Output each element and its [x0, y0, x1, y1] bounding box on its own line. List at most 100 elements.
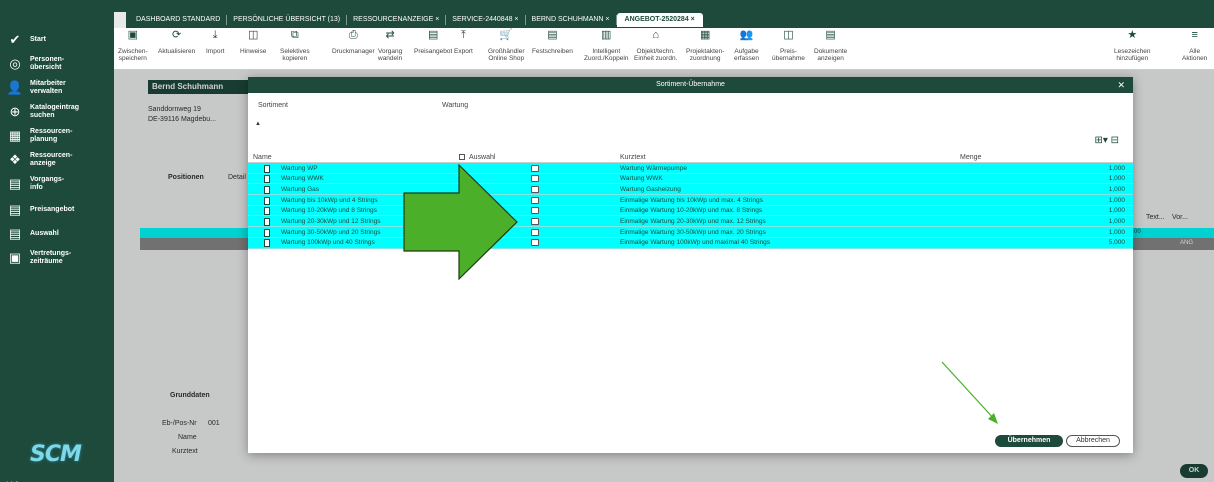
docs-icon: ▤	[825, 29, 836, 41]
toolbar-button-label: Druckmanager	[332, 48, 375, 55]
all-actions-button[interactable]: ≡ Alle Aktionen	[1182, 30, 1207, 63]
toolbar-button-6[interactable]: ⇄ Vorgang wandeln	[378, 29, 403, 63]
row-checkbox[interactable]	[531, 196, 539, 204]
toolbar-button-12[interactable]: ⌂ Objekt/techn. Einheit zuordn.	[634, 30, 678, 63]
table-row[interactable]: Wartung 100kWp und 40 Strings Einmalige W…	[248, 237, 1133, 249]
row-kurztext: Einmalige Wartung 30-50kWp und max. 20 S…	[620, 228, 766, 236]
select-all-checkbox[interactable]	[459, 154, 465, 160]
tab-5[interactable]: ANGEBOT-2520284 ×	[616, 13, 703, 27]
toolbar-button-9[interactable]: 🛒 Großhändler Online Shop	[488, 30, 525, 63]
row-checkbox[interactable]	[531, 175, 539, 183]
sidebar-item-8[interactable]: ▤ Auswahl	[6, 224, 59, 244]
row-menge: 1,000	[1108, 228, 1125, 236]
row-checkbox[interactable]	[531, 164, 539, 172]
scm-logo: SCM	[30, 442, 82, 467]
tab-1[interactable]: PERSÖNLICHE ÜBERSICHT (13)	[227, 15, 348, 25]
toolbar-button-4[interactable]: ⧉ Selektives kopieren	[280, 30, 310, 63]
table-row[interactable]: Wartung 30-50kWp und 20 Strings Einmalige…	[248, 227, 1133, 238]
toolbar-button-5[interactable]: ⎙ Druckmanager	[332, 30, 375, 56]
tab-0[interactable]: DASHBOARD STANDARD	[130, 15, 228, 25]
toolbar-button-3[interactable]: ◫ Hinweise	[240, 30, 267, 56]
sidebar-item-9[interactable]: ▣ Vertretungs- zeiträume	[6, 248, 71, 268]
dialog-title: Sortiment-Übernahme	[656, 81, 725, 88]
toolbar-button-8[interactable]: ⤒ Export	[454, 29, 473, 56]
col-kurztext[interactable]: Kurztext	[620, 154, 646, 161]
table-row[interactable]: Wartung WWK Wartung WWK 1,000	[248, 173, 1133, 185]
row-menge: 1,000	[1108, 207, 1125, 215]
toolbar-button-13[interactable]: ▦ Projektakten- zuordnung	[686, 30, 724, 63]
table-row[interactable]: Wartung Gas Wartung Gasheizung 1,000	[248, 184, 1133, 196]
sidebar-item-7[interactable]: ▤ Preisangebot	[6, 200, 75, 220]
sidebar-item-5[interactable]: ❖ Ressourcen- anzeige	[6, 150, 72, 170]
tab-4[interactable]: BERND SCHUHMANN ×	[526, 15, 617, 25]
table-row[interactable]: Wartung 10-20kWp und 8 Strings Einmalige …	[248, 205, 1133, 217]
row-name: Wartung 10-20kWp und 8 Strings	[281, 207, 377, 215]
top-bar	[0, 0, 1214, 12]
toolbar-button-10[interactable]: ▤ Festschreiben	[532, 30, 573, 56]
calendar-icon: ▣	[8, 250, 22, 265]
dialog-header: Sortiment-Übernahme ✕	[248, 77, 1133, 93]
export-icon: ⤒	[460, 29, 466, 41]
toolbar-button-15[interactable]: ◫ Preis- übernahme	[772, 29, 805, 63]
toolbar-button-14[interactable]: 👥 Aufgabe erfassen	[734, 30, 759, 63]
row-name: Wartung WWK	[281, 175, 324, 183]
user-icon: 👤	[6, 80, 24, 95]
sidebar-item-4[interactable]: ▦ Ressourcen- planung	[6, 126, 73, 146]
row-checkbox[interactable]	[531, 239, 539, 247]
price-take-icon: ◫	[783, 29, 794, 41]
toolbar-button-label: Aufgabe erfassen	[734, 48, 759, 62]
toolbar-button-1[interactable]: ⟳ Aktualisieren	[158, 29, 196, 56]
toolbar-button-label: Aktualisieren	[158, 48, 196, 55]
col-name[interactable]: Name	[253, 154, 272, 161]
convert-icon: ⇄	[385, 29, 395, 41]
row-kurztext: Wartung Wärmepumpe	[620, 164, 687, 172]
row-checkbox[interactable]	[531, 185, 539, 193]
col-auswahl[interactable]: Auswahl	[469, 154, 495, 161]
row-checkbox[interactable]	[531, 228, 539, 236]
toolbar-button-label: Vorgang wandeln	[378, 48, 403, 62]
toolbar-button-label: Hinweise	[240, 48, 267, 55]
resource-icon: ❖	[9, 152, 21, 167]
check-icon: ✔	[9, 32, 21, 47]
sidebar-item-2[interactable]: 👤 Mitarbeiter verwalten	[6, 78, 66, 98]
row-name: Wartung 30-50kWp und 20 Strings	[281, 228, 381, 236]
table-row[interactable]: Wartung 20-30kWp und 12 Strings Einmalige…	[248, 216, 1133, 228]
column-settings-icon[interactable]: ⊞▾ ⊟	[1094, 135, 1119, 146]
toolbar-button-label: Objekt/techn. Einheit zuordn.	[634, 48, 678, 62]
sidebar-item-label: Personen- übersicht	[30, 56, 65, 71]
toolbar-button-0[interactable]: ▣ Zwischen- speichern	[118, 29, 148, 63]
offer-icon: ▤	[427, 29, 439, 41]
refresh-icon: ⟳	[172, 29, 182, 41]
table-row[interactable]: Wartung WP Wartung Wärmepumpe 1,000	[248, 163, 1133, 174]
sortiment-label: Sortiment	[258, 102, 288, 109]
abbrechen-button[interactable]: Abbrechen	[1066, 435, 1120, 447]
save-icon: ▣	[127, 29, 139, 41]
tab-3[interactable]: SERVICE-2440848 ×	[446, 15, 526, 25]
sidebar-item-3[interactable]: ⊕ Katalogeintrag suchen	[6, 102, 79, 122]
sidebar-item-label: Vertretungs- zeiträume	[30, 250, 72, 265]
close-icon[interactable]: ✕	[1117, 77, 1125, 93]
row-menge: 1,000	[1108, 175, 1125, 183]
col-menge[interactable]: Menge	[960, 154, 981, 161]
toolbar-button-label: Preis- übernahme	[772, 48, 805, 62]
toolbar-button-16[interactable]: ▤ Dokumente anzeigen	[814, 29, 847, 63]
table-header: Name Auswahl Kurztext Menge	[248, 152, 1133, 163]
tab-2[interactable]: RESSOURCENANZEIGE ×	[347, 15, 447, 25]
document-icon	[264, 239, 270, 248]
document-icon	[264, 217, 270, 226]
bookmark-button[interactable]: ★ Lesezeichen hinzufügen	[1114, 30, 1151, 63]
sidebar-item-6[interactable]: ▤ Vorgangs- info	[6, 174, 64, 194]
toolbar-button-2[interactable]: ⤓ Import	[206, 30, 224, 56]
table-row[interactable]: Wartung bis 10kWp und 4 Strings Einmalige…	[248, 195, 1133, 206]
toolbar-button-7[interactable]: ▤ Preisangebot	[414, 29, 452, 56]
sidebar-item-0[interactable]: ✔ Start	[6, 30, 46, 50]
row-checkbox[interactable]	[531, 217, 539, 225]
row-checkbox[interactable]	[531, 207, 539, 215]
document-icon	[264, 175, 270, 184]
sidebar-item-1[interactable]: ◎ Personen- übersicht	[6, 54, 64, 74]
toolbar-button-11[interactable]: ▥ Intelligent Zuord./Koppeln	[584, 30, 628, 63]
uebernehmen-button[interactable]: Übernehmen	[995, 435, 1063, 447]
document-icon: ▤	[8, 176, 22, 191]
sortiment-value[interactable]: Wartung	[442, 102, 468, 109]
collapse-icon[interactable]: ▲	[255, 121, 261, 127]
